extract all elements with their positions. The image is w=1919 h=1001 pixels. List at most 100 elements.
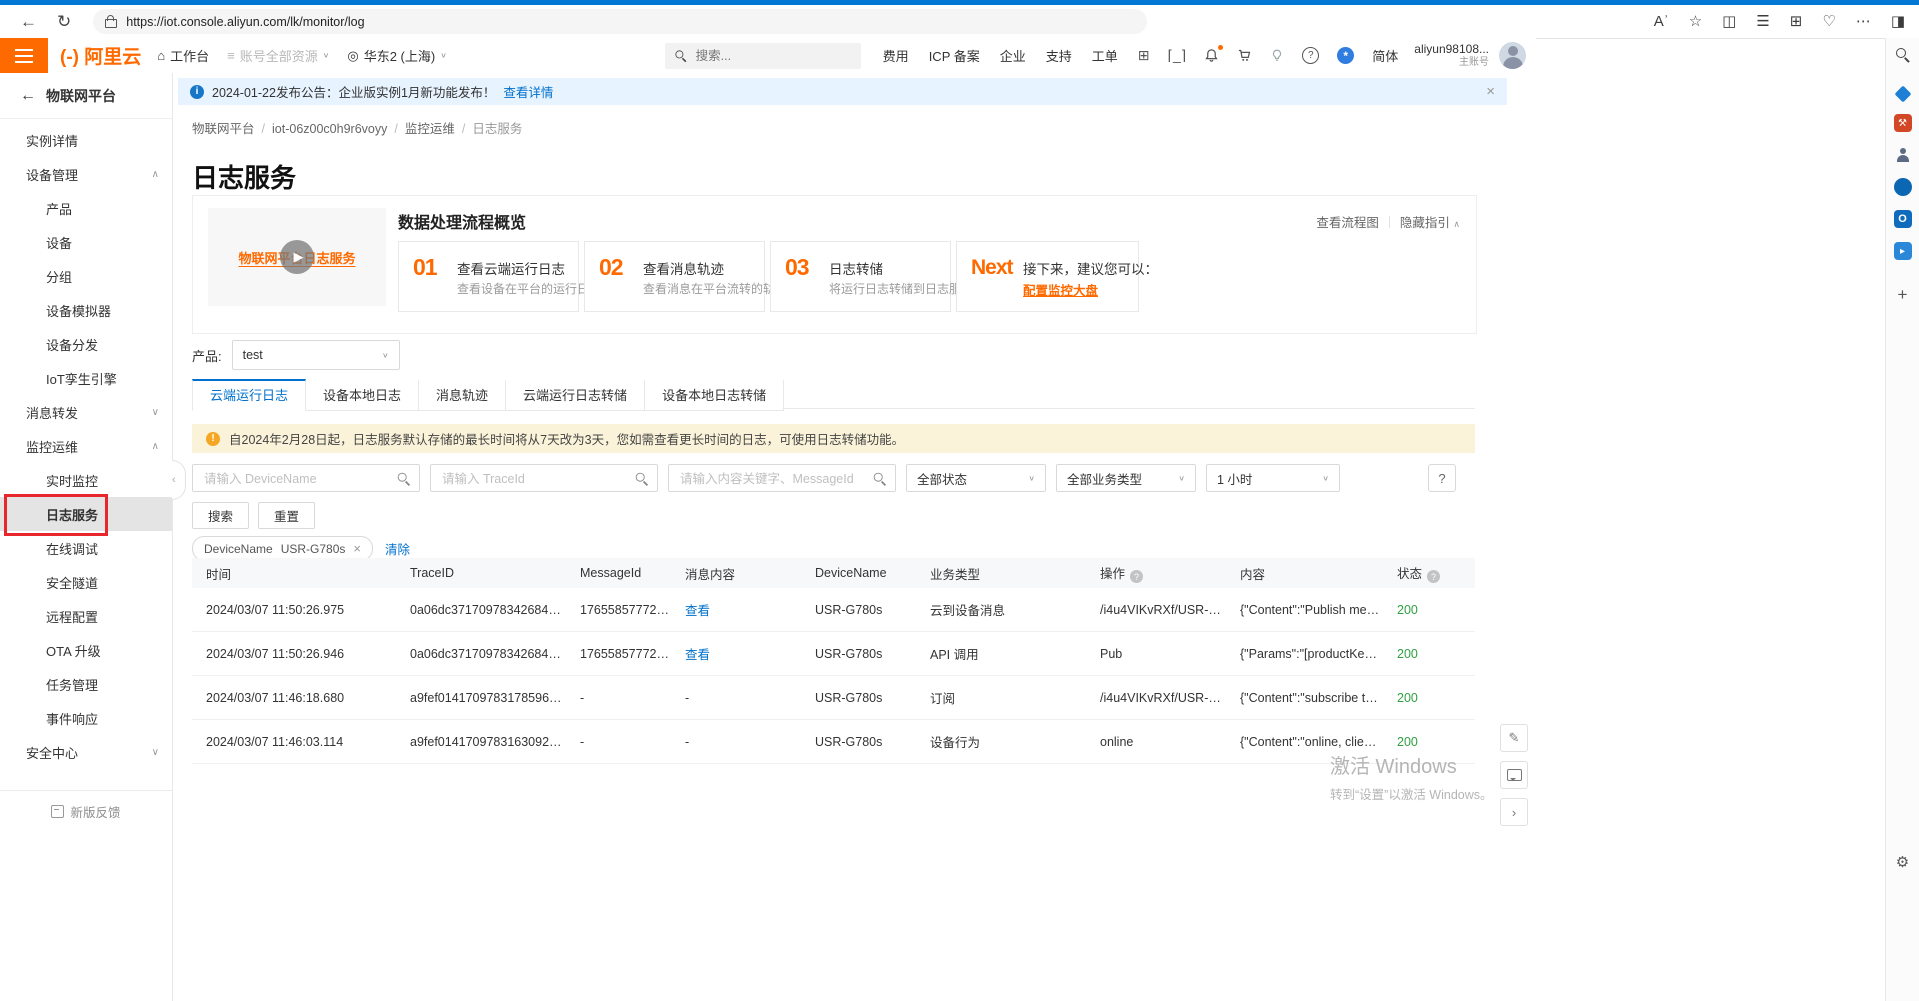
topnav-link-4[interactable]: 工单 xyxy=(1092,46,1118,65)
reset-button[interactable]: 重置 xyxy=(258,502,315,529)
clear-filters-link[interactable]: 清除 xyxy=(385,539,410,558)
sidebar-item-设备管理[interactable]: 设备管理∧ xyxy=(0,157,172,191)
tab-设备本地日志[interactable]: 设备本地日志 xyxy=(306,379,419,411)
configure-dashboard-link[interactable]: 配置监控大盘 xyxy=(1023,280,1098,299)
console-search[interactable] xyxy=(665,43,861,69)
filter-select-0[interactable]: 全部状态∨ xyxy=(906,464,1046,492)
tab-云端运行日志[interactable]: 云端运行日志 xyxy=(192,379,306,411)
sidebar-item-设备模拟器[interactable]: 设备模拟器 xyxy=(0,293,172,327)
filter-select-1[interactable]: 全部业务类型∨ xyxy=(1056,464,1196,492)
console-search-input[interactable] xyxy=(694,48,828,64)
sidebar-item-产品[interactable]: 产品 xyxy=(0,191,172,225)
account-info[interactable]: aliyun98108... 主账号 xyxy=(1414,42,1489,70)
sidebar-item-IoT孪生引擎[interactable]: IoT孪生引擎 xyxy=(0,361,172,395)
query-help-button[interactable]: ? xyxy=(1428,464,1456,492)
community-icon[interactable]: * xyxy=(1337,47,1354,64)
sidebar-item-日志服务[interactable]: 日志服务 xyxy=(0,497,172,531)
sidebar-item-分组[interactable]: 分组 xyxy=(0,259,172,293)
sidebar-item-实时监控[interactable]: 实时监控 xyxy=(0,463,172,497)
region-select[interactable]: ◎ 华东2 (上海)∨ xyxy=(347,46,446,65)
language-switch[interactable]: 简体 xyxy=(1372,46,1398,65)
cell-消息内容[interactable]: 查看 xyxy=(671,644,801,663)
announcement-detail-link[interactable]: 查看详情 xyxy=(503,82,553,101)
cloudshell-icon[interactable]: ⌈_⌉ xyxy=(1168,47,1187,64)
search-icon[interactable] xyxy=(398,473,411,486)
aliyun-logo[interactable]: (-) 阿里云 xyxy=(60,42,141,69)
filter-select-2[interactable]: 1 小时∨ xyxy=(1206,464,1340,492)
topnav-link-3[interactable]: 支持 xyxy=(1046,46,1072,65)
sidebar-item-远程配置[interactable]: 远程配置 xyxy=(0,599,172,633)
column-help-icon[interactable]: ? xyxy=(1427,570,1440,583)
topnav-link-1[interactable]: ICP 备案 xyxy=(929,46,980,65)
person-icon[interactable] xyxy=(1894,146,1912,164)
edit-pencil-icon[interactable]: ✎ xyxy=(1500,724,1528,752)
search-button[interactable]: 搜索 xyxy=(192,502,249,529)
sidebar-item-事件响应[interactable]: 事件响应 xyxy=(0,701,172,735)
cart-icon[interactable] xyxy=(1237,48,1252,63)
sidebar-item-安全隧道[interactable]: 安全隧道 xyxy=(0,565,172,599)
topnav-link-0[interactable]: 费用 xyxy=(883,46,909,65)
tab-云端运行日志转储[interactable]: 云端运行日志转储 xyxy=(506,379,645,411)
sidebar-item-设备[interactable]: 设备 xyxy=(0,225,172,259)
search-icon[interactable] xyxy=(636,473,649,486)
notifications-bell-icon[interactable] xyxy=(1204,48,1219,63)
expand-chevron-icon[interactable]: › xyxy=(1500,798,1528,826)
flow-step-01[interactable]: 01查看云端运行日志查看设备在平台的运行日志 xyxy=(398,241,579,312)
back-icon[interactable]: ← xyxy=(20,13,37,30)
feedback-button[interactable]: 新版反馈 xyxy=(0,790,172,831)
split-screen-icon[interactable]: ◫ xyxy=(1722,14,1736,29)
sidebar-item-消息转发[interactable]: 消息转发∨ xyxy=(0,395,172,429)
sidebar-search-icon[interactable] xyxy=(1894,46,1912,64)
search-icon[interactable] xyxy=(874,473,887,486)
sidebar-item-在线调试[interactable]: 在线调试 xyxy=(0,531,172,565)
breadcrumb-item-1[interactable]: iot-06z00c0h9r6voyy xyxy=(272,122,387,136)
read-aloud-icon[interactable]: Aʾ xyxy=(1654,14,1669,29)
play-icon[interactable]: ▶ xyxy=(280,240,314,274)
lightbulb-icon[interactable] xyxy=(1270,48,1284,63)
microsoft365-icon[interactable] xyxy=(1894,178,1912,196)
breadcrumb-item-2[interactable]: 监控运维 xyxy=(405,122,455,136)
close-icon[interactable]: × xyxy=(1486,83,1495,100)
collections-icon[interactable]: ☰ xyxy=(1756,14,1769,29)
filter-input-field-2[interactable] xyxy=(678,465,872,493)
settings-gear-icon[interactable]: ⚙ xyxy=(1894,853,1912,871)
tab-设备本地日志转储[interactable]: 设备本地日志转储 xyxy=(645,379,784,411)
help-icon[interactable]: ? xyxy=(1302,47,1319,64)
breadcrumb-item-0[interactable]: 物联网平台 xyxy=(192,122,255,136)
feedback-chat-icon[interactable] xyxy=(1500,761,1528,789)
flow-step-02[interactable]: 02查看消息轨迹查看消息在平台流转的轨迹 xyxy=(584,241,765,312)
add-icon[interactable]: + xyxy=(1894,286,1912,304)
copilot-icon[interactable]: ⊞ xyxy=(1790,14,1803,29)
tools-icon[interactable]: ⚒ xyxy=(1894,114,1912,132)
sidebar-item-OTA 升级[interactable]: OTA 升级 xyxy=(0,633,172,667)
outlook-icon[interactable]: O xyxy=(1894,210,1912,228)
back-arrow-icon[interactable]: ← xyxy=(20,87,36,105)
flow-step-03[interactable]: 03日志转储将运行日志转储到日志服务中 xyxy=(770,241,951,312)
sidebar-panel-icon[interactable]: ◨ xyxy=(1891,14,1905,29)
browser-essentials-icon[interactable]: ♡ xyxy=(1822,14,1835,29)
sidebar-item-实例详情[interactable]: 实例详情 xyxy=(0,123,172,157)
resources-select[interactable]: ≡ 账号全部资源∨ xyxy=(227,46,329,65)
address-bar[interactable]: https://iot.console.aliyun.com/lk/monito… xyxy=(93,9,1147,34)
sidebar-item-设备分发[interactable]: 设备分发 xyxy=(0,327,172,361)
refresh-icon[interactable]: ↻ xyxy=(57,13,71,30)
sidebar-item-监控运维[interactable]: 监控运维∧ xyxy=(0,429,172,463)
remove-tag-icon[interactable]: × xyxy=(353,541,361,556)
hide-guide-link[interactable]: 隐藏指引 ∧ xyxy=(1400,212,1460,231)
product-select[interactable]: test∨ xyxy=(232,340,400,370)
products-menu-button[interactable] xyxy=(0,38,48,73)
video-thumbnail[interactable]: 物联网平台日志服务 ▶ xyxy=(208,208,386,306)
sidebar-item-任务管理[interactable]: 任务管理 xyxy=(0,667,172,701)
tab-消息轨迹[interactable]: 消息轨迹 xyxy=(419,379,506,411)
topnav-link-2[interactable]: 企业 xyxy=(1000,46,1026,65)
workbench-link[interactable]: ⌂ 工作台 xyxy=(157,46,209,65)
flow-diagram-link[interactable]: 查看流程图 xyxy=(1316,212,1379,231)
avatar[interactable] xyxy=(1499,42,1526,69)
filter-input-field-1[interactable] xyxy=(440,465,634,493)
sidebar-item-安全中心[interactable]: 安全中心∨ xyxy=(0,735,172,769)
favorite-star-icon[interactable]: ☆ xyxy=(1689,14,1702,29)
filter-input-field-0[interactable] xyxy=(202,465,396,493)
cell-消息内容[interactable]: 查看 xyxy=(671,600,801,619)
app-icon[interactable]: ⊞ xyxy=(1138,47,1150,64)
column-help-icon[interactable]: ? xyxy=(1130,570,1143,583)
